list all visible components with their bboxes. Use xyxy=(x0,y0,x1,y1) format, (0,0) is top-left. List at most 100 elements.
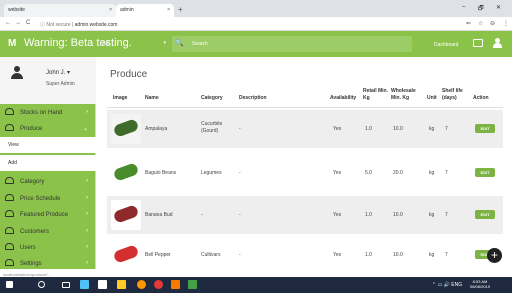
sidebar-subitem-add[interactable]: Add xyxy=(0,155,96,171)
category-select[interactable]: All ▾ xyxy=(98,35,176,53)
edit-button[interactable]: EDIT xyxy=(475,124,495,133)
chevron-down-icon: ▾ xyxy=(163,40,166,46)
share-icon[interactable]: ⇐ xyxy=(466,20,471,27)
cell-description: - xyxy=(239,252,241,258)
dashboard-link[interactable]: Dashboard xyxy=(434,42,458,48)
cell-wholesale: 20.0 xyxy=(393,170,403,176)
cell-unit: kg xyxy=(429,212,435,218)
avatar xyxy=(10,66,24,80)
sidebar: John J. ▾ Super Admin Stocks on Hand › P… xyxy=(0,57,96,269)
produce-image xyxy=(111,200,141,230)
chevron-right-icon: › xyxy=(86,195,88,201)
cell-shelf: 7 xyxy=(445,212,448,218)
add-produce-fab[interactable]: + xyxy=(487,248,502,263)
messages-icon[interactable] xyxy=(473,39,483,47)
sidebar-item-category[interactable]: Category › xyxy=(0,174,96,190)
user-profile: John J. ▾ Super Admin xyxy=(0,57,96,104)
security-indicator[interactable]: ⓘ Not secure | xyxy=(40,22,73,28)
edit-button[interactable]: EDIT xyxy=(475,210,495,219)
cell-availability: Yes xyxy=(333,212,342,218)
chevron-right-icon: › xyxy=(86,109,88,115)
cell-retail: 1.0 xyxy=(365,252,372,258)
sidebar-subitem-view[interactable]: View xyxy=(0,137,96,153)
browser-menu-icon[interactable]: ⋮ xyxy=(503,20,509,27)
chevron-right-icon: › xyxy=(86,178,88,184)
task-view-icon[interactable] xyxy=(62,282,70,288)
windows-start-icon[interactable] xyxy=(6,281,13,288)
cell-availability: Yes xyxy=(333,126,342,132)
clock-date: 08/08/2019 xyxy=(470,284,491,289)
new-tab-button[interactable]: + xyxy=(178,5,183,14)
app-icon[interactable] xyxy=(188,280,197,289)
column-header: Shelf life (days) xyxy=(442,88,463,101)
table-header: Image Name Category Description Availabi… xyxy=(107,86,503,108)
column-header: Name xyxy=(145,95,159,101)
column-header: Unit xyxy=(427,95,437,101)
cell-name: Ampalaya xyxy=(145,126,168,132)
sidebar-item-stocks-on-hand[interactable]: Stocks on Hand › xyxy=(0,105,96,121)
cell-retail: 1.0 xyxy=(365,212,372,218)
app-icon[interactable] xyxy=(137,280,146,289)
url-field[interactable]: ⓘ Not secure | admin.website.com xyxy=(40,19,180,29)
cell-category: Legumes xyxy=(201,170,222,176)
sidebar-item-featured-produce[interactable]: Featured Produce › xyxy=(0,207,96,223)
browser-tab-website[interactable]: website × xyxy=(4,4,116,17)
back-icon[interactable]: ← xyxy=(5,20,11,26)
produce-thumbnail xyxy=(112,162,140,182)
cell-retail: 1.0 xyxy=(365,126,372,132)
sidebar-item-produce[interactable]: Produce ⌄ xyxy=(0,121,96,137)
file-icon[interactable] xyxy=(98,280,107,289)
cell-category: Cultivars xyxy=(201,252,221,258)
column-header: Wholesale Min. Kg xyxy=(391,88,416,101)
chevron-down-icon: ⌄ xyxy=(82,126,88,132)
cloud-icon xyxy=(5,259,14,266)
app-icon[interactable] xyxy=(171,280,180,289)
tab-close-icon[interactable]: × xyxy=(167,7,170,13)
cloud-icon xyxy=(5,194,14,201)
chrome-icon[interactable] xyxy=(154,280,163,289)
produce-image xyxy=(111,240,141,270)
url-text: admin.website.com xyxy=(74,22,118,28)
app-header: M Warning: Beta testing. All ▾ 🔍 Search … xyxy=(0,31,512,57)
user-name-dropdown[interactable]: John J. ▾ xyxy=(46,69,70,76)
produce-thumbnail xyxy=(112,244,140,264)
os-taskbar: ⌃ ▭ 🔊 ENG 8:53 AM 08/08/2019 xyxy=(0,277,512,293)
produce-image xyxy=(111,114,141,144)
search-icon[interactable] xyxy=(38,281,45,288)
user-account-icon[interactable] xyxy=(492,38,502,49)
produce-image xyxy=(111,158,141,188)
cell-category: - xyxy=(201,212,203,218)
minimize-icon[interactable]: – xyxy=(462,4,465,10)
sidebar-item-price-schedule[interactable]: Price Schedule › xyxy=(0,191,96,207)
search-input[interactable]: 🔍 Search xyxy=(172,36,412,52)
forward-icon[interactable]: → xyxy=(15,20,21,26)
browser-tab-admin[interactable]: admin × xyxy=(116,4,174,17)
profile-icon[interactable]: ⊖ xyxy=(490,20,495,27)
close-window-icon[interactable]: ✕ xyxy=(496,4,501,11)
chevron-right-icon: › xyxy=(86,244,88,250)
cloud-icon xyxy=(5,177,14,184)
cell-name: Bell Pepper xyxy=(145,252,171,258)
system-tray[interactable]: ⌃ ▭ 🔊 ENG xyxy=(432,282,462,288)
clock[interactable]: 8:53 AM 08/08/2019 xyxy=(470,279,490,289)
edge-icon[interactable] xyxy=(80,280,89,289)
column-header: Action xyxy=(473,95,489,101)
table-row: Baguio Beans Legumes - Yes 5.0 20.0 kg 7 EDIT xyxy=(107,154,503,192)
sidebar-item-customers[interactable]: Customers › xyxy=(0,224,96,240)
cell-retail: 5.0 xyxy=(365,170,372,176)
chevron-right-icon: › xyxy=(86,260,88,266)
search-placeholder: Search xyxy=(192,41,208,47)
table-row: Bell Pepper Cultivars - Yes 1.0 10.0 kg 7 EDIT xyxy=(107,236,503,274)
edit-button[interactable]: EDIT xyxy=(475,168,495,177)
bookmark-star-icon[interactable]: ☆ xyxy=(478,20,483,27)
search-icon[interactable]: 🔍 xyxy=(175,39,184,47)
sidebar-item-settings[interactable]: Settings › xyxy=(0,256,96,272)
cell-availability: Yes xyxy=(333,252,342,258)
restore-icon[interactable]: 🗗 xyxy=(478,4,484,14)
sidebar-item-users[interactable]: Users › xyxy=(0,240,96,256)
tab-close-icon[interactable]: × xyxy=(109,7,112,13)
tab-title: website xyxy=(8,7,25,13)
reload-icon[interactable]: C xyxy=(26,20,30,26)
cell-shelf: 7 xyxy=(445,126,448,132)
folder-icon[interactable] xyxy=(117,280,126,289)
